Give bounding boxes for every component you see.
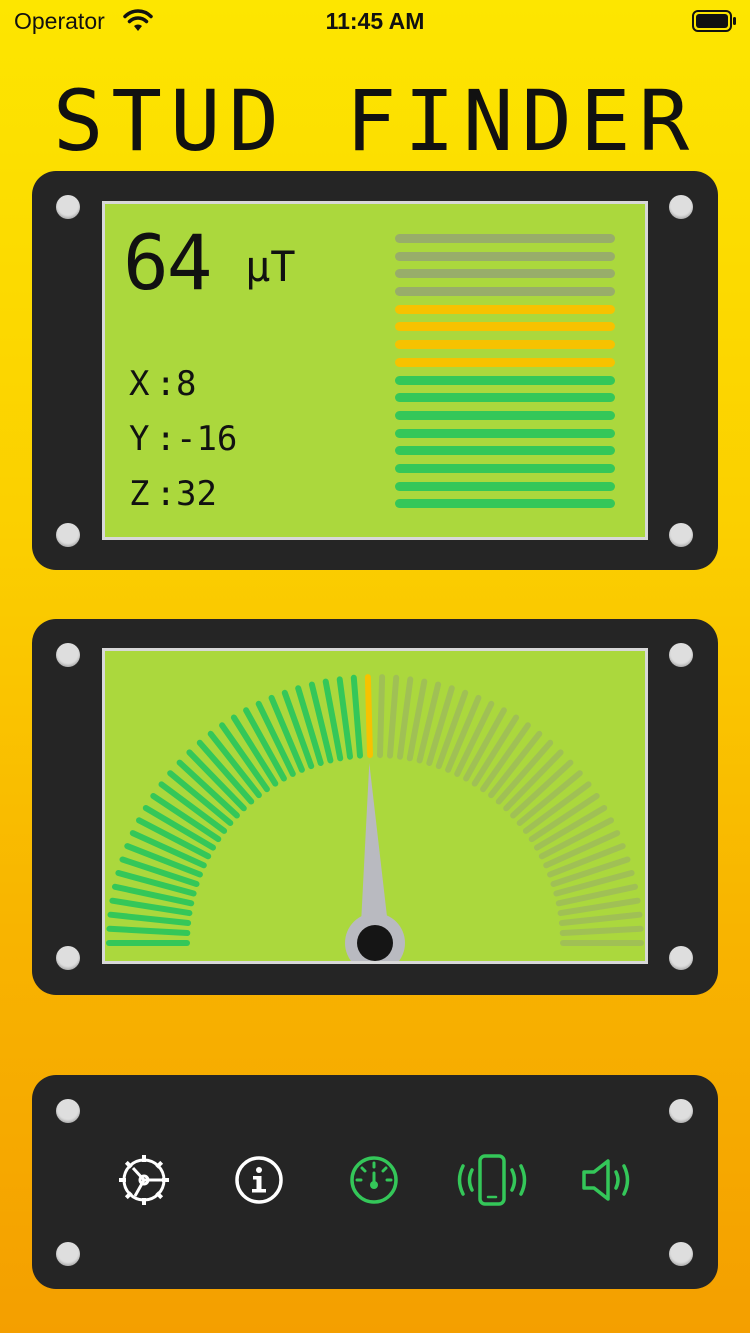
level-bar <box>395 304 615 314</box>
battery-icon <box>692 10 738 36</box>
gauge-tick <box>559 925 644 936</box>
readout-display: 64 μT X:8 Y:-16 Z:32 <box>102 201 648 540</box>
level-bar <box>395 287 615 297</box>
screw <box>669 643 693 667</box>
controls-panel <box>32 1075 718 1289</box>
speaker-icon <box>578 1155 636 1209</box>
axis-z-label: Z <box>129 474 150 514</box>
gauge-tick <box>387 674 400 759</box>
gauge-panel <box>32 619 718 995</box>
axis-x-label: X <box>129 364 150 404</box>
signal-level-bars <box>395 234 615 517</box>
info-icon <box>233 1154 285 1210</box>
gauge-dial <box>106 674 644 961</box>
level-bar <box>395 340 615 350</box>
gauge-tick <box>336 676 353 760</box>
screw <box>669 523 693 547</box>
level-bar <box>395 322 615 332</box>
level-bar <box>395 481 615 491</box>
level-bar <box>395 499 615 509</box>
axis-y-value: -16 <box>175 419 238 459</box>
level-bar <box>395 463 615 473</box>
gauge-tick <box>350 674 363 759</box>
axis-x-value: 8 <box>175 364 197 404</box>
settings-gear-icon <box>116 1152 172 1212</box>
app-title: STUD FINDER <box>52 72 698 170</box>
gauge-tick <box>364 674 373 759</box>
gauge-mode-button[interactable] <box>339 1147 409 1217</box>
axis-z-row: Z:32 <box>129 474 217 514</box>
screw <box>56 195 80 219</box>
gauge-display <box>102 648 648 964</box>
screw <box>56 643 80 667</box>
vibration-button[interactable] <box>454 1147 530 1217</box>
readout-panel: 64 μT X:8 Y:-16 Z:32 <box>32 171 718 570</box>
level-bar <box>395 375 615 385</box>
status-bar: Operator 11:45 AM <box>0 0 750 44</box>
gauge-tick <box>106 925 191 936</box>
field-strength-value: 64 <box>123 218 213 307</box>
level-bar <box>395 251 615 261</box>
screw <box>56 523 80 547</box>
gauge-tick <box>558 911 643 926</box>
axis-y-row: Y:-16 <box>129 419 238 459</box>
level-bar <box>395 446 615 456</box>
needle-hub-center <box>357 925 393 961</box>
level-bar <box>395 234 615 243</box>
level-bar <box>395 428 615 438</box>
settings-button[interactable] <box>109 1147 179 1217</box>
screw <box>669 195 693 219</box>
level-bar <box>395 410 615 420</box>
field-strength-unit: μT <box>245 242 296 291</box>
axis-y-label: Y <box>129 419 150 459</box>
clock-time: 11:45 AM <box>325 8 425 34</box>
screw <box>56 946 80 970</box>
axis-x-row: X:8 <box>129 364 197 404</box>
gauge-tick <box>397 676 414 760</box>
vibration-icon <box>454 1152 530 1212</box>
level-bar <box>395 357 615 367</box>
sound-button[interactable] <box>572 1147 642 1217</box>
level-bar <box>395 393 615 403</box>
gauge-icon <box>347 1153 401 1211</box>
axis-z-value: 32 <box>175 474 217 514</box>
gauge-tick <box>107 911 192 926</box>
info-button[interactable] <box>224 1147 294 1217</box>
screw <box>669 946 693 970</box>
gauge-tick <box>377 674 386 759</box>
level-bar <box>395 269 615 279</box>
